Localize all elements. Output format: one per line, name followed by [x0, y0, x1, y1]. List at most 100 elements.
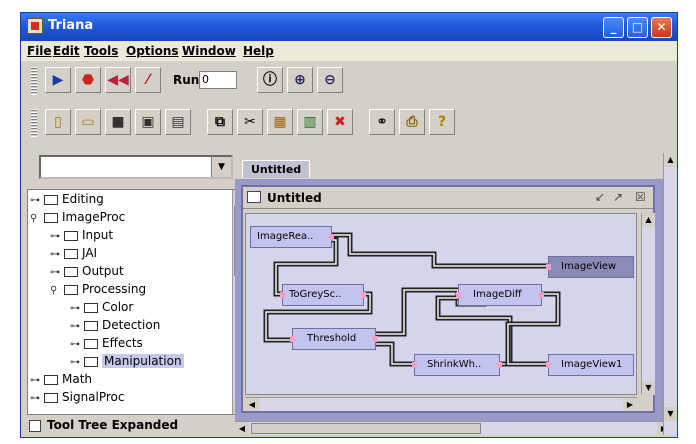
- tree-node-output[interactable]: ⊶ Output: [50, 264, 124, 282]
- tree-node-input[interactable]: ⊶ Input: [50, 228, 113, 246]
- frame-close-icon[interactable]: ☒: [635, 190, 646, 204]
- run-count-field[interactable]: 0: [199, 71, 237, 89]
- scroll-up-icon[interactable]: ▲: [642, 213, 655, 227]
- find-icon: ⚭: [376, 114, 388, 130]
- menu-tools[interactable]: Tools: [84, 44, 118, 58]
- menu-window[interactable]: Window: [182, 44, 236, 58]
- scroll-thumb[interactable]: [251, 423, 481, 434]
- collapsed-key-icon: ⊶: [50, 267, 60, 278]
- wand-button[interactable]: ⁄: [135, 67, 161, 93]
- unit-shrinkwh[interactable]: ShrinkWh..: [412, 354, 502, 376]
- scroll-down-icon[interactable]: ▼: [664, 407, 677, 421]
- tree-node-manipulation[interactable]: ⊶ Manipulation: [70, 354, 184, 372]
- paste-icon: ▦: [273, 114, 287, 130]
- menu-options[interactable]: Options: [126, 44, 179, 58]
- scroll-left-icon[interactable]: ◀: [235, 422, 249, 435]
- tree-node-editing[interactable]: ⊶ Editing: [30, 192, 104, 210]
- chevron-down-icon[interactable]: ▼: [211, 157, 231, 177]
- toolbar-grip-2[interactable]: [31, 109, 37, 137]
- tree-node-detection[interactable]: ⊶ Detection: [70, 318, 160, 336]
- input-port-icon[interactable]: [456, 292, 461, 298]
- frame-minimize-icon[interactable]: ↙: [595, 190, 605, 204]
- zoom-in-button[interactable]: ⊕: [287, 67, 313, 93]
- maximize-icon: □: [631, 20, 644, 34]
- taskgraph-canvas[interactable]: ImageRea.. ToGreySc.. Threshold ShrinkWh…: [245, 213, 637, 395]
- save-as-icon: ▣: [141, 114, 155, 130]
- input-port-icon[interactable]: [290, 336, 295, 342]
- taskgraph-title-bar[interactable]: Untitled ↙ ↗ ☒: [243, 187, 653, 209]
- scroll-right-icon[interactable]: ▶: [623, 398, 637, 411]
- tree-node-color[interactable]: ⊶ Color: [70, 300, 133, 318]
- frame-maximize-icon[interactable]: ↗: [613, 190, 623, 204]
- copy-button[interactable]: ⧉: [207, 109, 233, 135]
- open-button[interactable]: ▭: [75, 109, 101, 135]
- tool-search-combo[interactable]: ▼: [39, 155, 233, 179]
- tree-node-signalproc[interactable]: ⊶ SignalProc: [30, 390, 125, 408]
- save-icon: ■: [111, 114, 125, 130]
- input-port-icon[interactable]: [546, 264, 551, 270]
- unit-imagediff[interactable]: ImageDiff: [456, 284, 544, 306]
- reset-icon: ◀◀: [107, 72, 129, 88]
- reset-button[interactable]: ◀◀: [105, 67, 131, 93]
- properties-button[interactable]: ▥: [297, 109, 323, 135]
- menu-edit[interactable]: Edit: [53, 44, 80, 58]
- title-bar[interactable]: Triana _ □ ✕: [21, 13, 677, 41]
- menu-help[interactable]: Help: [243, 44, 274, 58]
- close-button[interactable]: ✕: [651, 17, 672, 38]
- unit-label: ImageRea..: [257, 231, 314, 242]
- cut-button[interactable]: ✂: [237, 109, 263, 135]
- output-port-icon[interactable]: [329, 234, 334, 240]
- tree-node-imageproc[interactable]: ⚲ ImageProc: [30, 210, 125, 228]
- tab-untitled[interactable]: Untitled: [242, 160, 310, 178]
- tree-node-jai[interactable]: ⊶ JAI: [50, 246, 97, 264]
- tree-node-effects[interactable]: ⊶ Effects: [70, 336, 143, 354]
- folder-icon: [84, 320, 98, 331]
- info-button[interactable]: ⓘ: [257, 67, 283, 93]
- find-button[interactable]: ⚭: [369, 109, 395, 135]
- workspace-desktop: Untitled ↙ ↗ ☒ ImageRea.. ToGreySc.. Thr…: [235, 179, 671, 435]
- menu-file[interactable]: File: [27, 44, 52, 58]
- folder-icon: [64, 284, 78, 295]
- output-port-icon[interactable]: [373, 336, 378, 342]
- canvas-horizontal-scrollbar[interactable]: ◀ ▶: [245, 397, 637, 411]
- folder-icon: [84, 338, 98, 349]
- zoom-out-button[interactable]: ⊖: [317, 67, 343, 93]
- scroll-up-icon[interactable]: ▲: [664, 153, 677, 167]
- stop-button[interactable]: ⬣: [75, 67, 101, 93]
- unit-imageread[interactable]: ImageRea..: [250, 226, 334, 248]
- input-port-icon[interactable]: [412, 362, 417, 368]
- run-button[interactable]: ▶: [45, 67, 71, 93]
- minimize-button[interactable]: _: [603, 17, 624, 38]
- output-port-icon[interactable]: [497, 362, 502, 368]
- unit-imageview[interactable]: ImageView: [546, 256, 634, 278]
- tree-node-processing[interactable]: ⚲ Processing: [50, 282, 146, 300]
- zoom-in-icon: ⊕: [294, 72, 306, 88]
- window-title: Triana: [48, 18, 94, 33]
- print-button[interactable]: ⎙: [399, 109, 425, 135]
- tree-node-math[interactable]: ⊶ Math: [30, 372, 92, 390]
- input-port-icon[interactable]: [546, 362, 551, 368]
- help-button[interactable]: ?: [429, 109, 455, 135]
- unit-togreyscale[interactable]: ToGreySc..: [280, 284, 366, 306]
- delete-button[interactable]: ✖: [327, 109, 353, 135]
- output-port-icon[interactable]: [361, 292, 366, 298]
- maximize-button[interactable]: □: [627, 17, 648, 38]
- cable-threshold-shrink: [371, 341, 421, 367]
- save-all-button[interactable]: ▤: [165, 109, 191, 135]
- canvas-vertical-scrollbar[interactable]: ▲ ▼: [641, 213, 655, 395]
- save-button[interactable]: ■: [105, 109, 131, 135]
- unit-threshold[interactable]: Threshold: [290, 328, 378, 350]
- paste-button[interactable]: ▦: [267, 109, 293, 135]
- scroll-left-icon[interactable]: ◀: [245, 398, 259, 411]
- save-as-button[interactable]: ▣: [135, 109, 161, 135]
- input-port-icon[interactable]: [280, 292, 285, 298]
- toolbar-grip[interactable]: [31, 67, 37, 95]
- output-port-icon[interactable]: [539, 292, 544, 298]
- scroll-down-icon[interactable]: ▼: [642, 381, 655, 395]
- new-button[interactable]: ▯: [45, 109, 71, 135]
- tool-tree-expanded-checkbox[interactable]: [29, 420, 41, 432]
- expanded-key-icon: ⚲: [50, 285, 58, 296]
- workspace-vertical-scrollbar[interactable]: ▲ ▼: [663, 153, 677, 435]
- unit-imageview1[interactable]: ImageView1: [546, 354, 634, 376]
- workspace-horizontal-scrollbar[interactable]: ◀ ▶: [235, 421, 671, 435]
